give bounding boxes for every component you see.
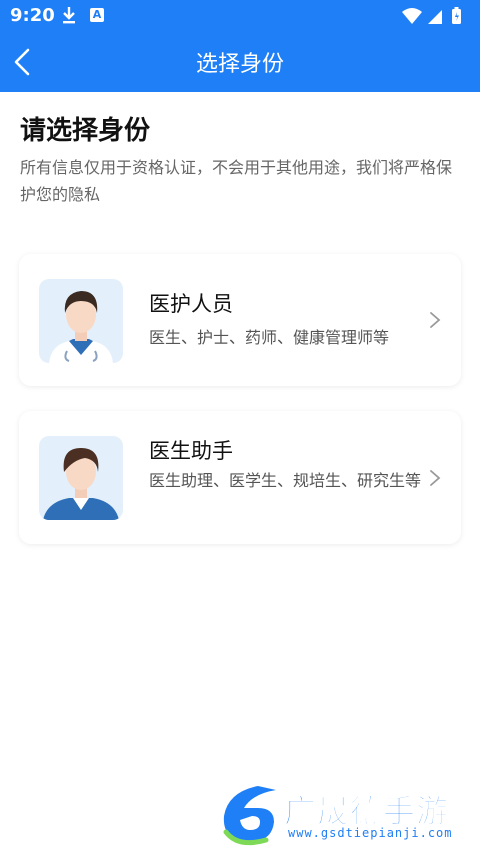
status-bar: 9:20 A xyxy=(0,0,480,32)
top-bar: 9:20 A 选择身份 xyxy=(0,0,480,92)
nav-bar: 选择身份 xyxy=(0,32,480,92)
watermark-url: www.gsdtiepianji.com xyxy=(288,826,453,840)
page-title: 选择身份 xyxy=(195,52,284,77)
watermark: 广晟德手游 www.gsdtiepianji.com xyxy=(218,778,480,853)
role-subtitle: 医生助理、医学生、规培生、研究生等 xyxy=(149,471,422,490)
role-card-doctor-assistant[interactable]: 医生助手 医生助理、医学生、规培生、研究生等 xyxy=(19,411,461,544)
system-icons xyxy=(400,6,470,30)
role-title: 医护人员 xyxy=(149,292,233,316)
assistant-avatar xyxy=(39,436,123,520)
role-subtitle: 医生、护士、药师、健康管理师等 xyxy=(149,328,390,347)
chevron-right-icon xyxy=(430,470,441,486)
section-heading: 请选择身份 xyxy=(20,116,151,146)
role-card-medical-staff[interactable]: 医护人员 医生、护士、药师、健康管理师等 xyxy=(19,254,461,386)
download-icon xyxy=(60,5,78,29)
doctor-avatar xyxy=(39,279,123,363)
signal-icon xyxy=(428,10,442,24)
battery-icon xyxy=(452,7,461,24)
chevron-right-icon xyxy=(430,312,441,328)
status-time: 9:20 xyxy=(10,5,55,26)
privacy-description: 所有信息仅用于资格认证，不会用于其他用途，我们将严格保护您的隐私 xyxy=(20,158,453,204)
wifi-icon xyxy=(402,8,422,24)
brand-logo-icon xyxy=(223,786,276,846)
app-notification-icon: A xyxy=(90,8,104,22)
role-title: 医生助手 xyxy=(149,439,233,463)
